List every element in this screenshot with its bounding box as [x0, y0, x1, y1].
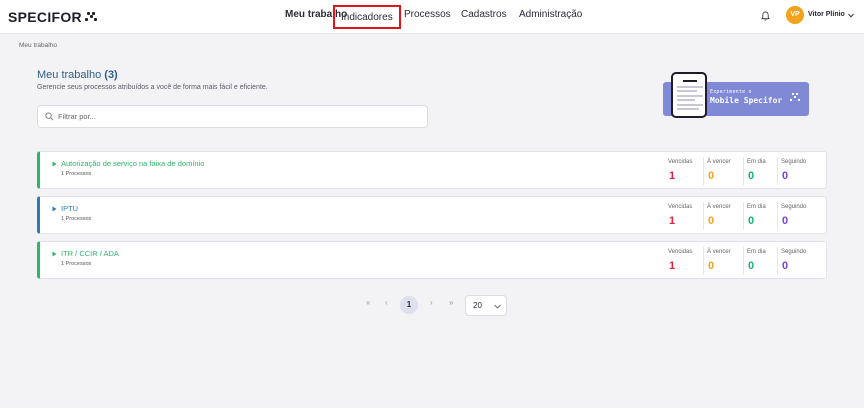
- page-title-count: (3): [104, 69, 118, 81]
- stat-label: À vencer: [707, 159, 731, 165]
- process-group-card[interactable]: Autorização de serviço na faixa de domín…: [37, 151, 827, 189]
- pagination-last[interactable]: »: [449, 298, 453, 307]
- promo-line-2: Mobile Specifor: [710, 96, 783, 105]
- group-name[interactable]: IPTU: [61, 204, 78, 213]
- promo-logo-dots-icon: [790, 93, 800, 101]
- stat-value: 0: [748, 215, 755, 227]
- pagination-prev[interactable]: ‹: [385, 298, 388, 307]
- stat-divider: [703, 202, 704, 230]
- top-navbar: SPECIFOR Meu trabalho Indicadores Proces…: [0, 0, 864, 34]
- stat-value: 0: [748, 260, 755, 272]
- page-size-value: 20: [473, 301, 482, 310]
- page-title: Meu trabalho (3): [37, 69, 118, 81]
- search-icon: [45, 112, 54, 121]
- caret-right-icon[interactable]: [52, 251, 57, 257]
- group-process-count: 1 Processos: [61, 261, 92, 267]
- stat-value: 1: [669, 215, 676, 227]
- nav-indicadores[interactable]: Indicadores: [333, 5, 401, 29]
- process-group-card[interactable]: IPTU 1 Processos Vencidas 1 À vencer 0 Em dia 0…: [37, 196, 827, 234]
- stat-value: 0: [782, 260, 789, 272]
- group-process-count: 1 Processos: [61, 216, 92, 222]
- stat-value: 0: [708, 170, 715, 182]
- stat-value: 0: [708, 260, 715, 272]
- stat-label: Em dia: [747, 159, 766, 165]
- stat-divider: [743, 247, 744, 275]
- pagination-first[interactable]: «: [366, 298, 370, 307]
- specifor-logo[interactable]: SPECIFOR: [8, 9, 99, 25]
- stat-value: 1: [669, 170, 676, 182]
- page-size-select[interactable]: 20: [465, 295, 507, 316]
- stat-value: 0: [782, 215, 789, 227]
- promo-line-1: Experimente o: [710, 89, 752, 95]
- stat-label: À vencer: [707, 204, 731, 210]
- stat-value: 0: [708, 215, 715, 227]
- caret-right-icon[interactable]: [52, 161, 57, 167]
- group-process-count: 1 Processos: [61, 171, 92, 177]
- stat-value: 0: [748, 170, 755, 182]
- stat-divider: [777, 247, 778, 275]
- stat-divider: [777, 202, 778, 230]
- stat-value: 1: [669, 260, 676, 272]
- filter-input[interactable]: [58, 110, 418, 123]
- pagination-current-page[interactable]: 1: [400, 296, 418, 314]
- user-name[interactable]: Vitor Plínio: [808, 11, 845, 18]
- stat-divider: [743, 157, 744, 185]
- promo-text: Experimente o Mobile Specifor: [710, 89, 782, 105]
- stat-value: 0: [782, 170, 789, 182]
- pagination-next[interactable]: ›: [430, 298, 433, 307]
- phone-illustration: [671, 72, 707, 118]
- bell-icon[interactable]: [761, 11, 770, 21]
- stat-label: Vencidas: [668, 204, 693, 210]
- stat-label: Seguindo: [781, 249, 807, 255]
- chevron-down-icon: [494, 304, 501, 309]
- page-subtitle: Gerencie seus processos atribuídos a voc…: [37, 84, 268, 91]
- stat-divider: [703, 157, 704, 185]
- process-group-card[interactable]: ITR / CCIR / ADA 1 Processos Vencidas 1 À ve…: [37, 241, 827, 279]
- nav-processos[interactable]: Processos: [404, 9, 451, 20]
- nav-administracao[interactable]: Administração: [519, 9, 582, 20]
- logo-text: SPECIFOR: [8, 9, 82, 25]
- user-avatar[interactable]: VP: [786, 6, 804, 24]
- chevron-down-icon[interactable]: [848, 13, 854, 18]
- page-title-text: Meu trabalho: [37, 69, 102, 81]
- stat-label: Seguindo: [781, 204, 807, 210]
- nav-cadastros[interactable]: Cadastros: [461, 9, 507, 20]
- stat-label: Seguindo: [781, 159, 807, 165]
- stat-label: Em dia: [747, 249, 766, 255]
- stat-label: À vencer: [707, 249, 731, 255]
- stat-label: Em dia: [747, 204, 766, 210]
- filter-field[interactable]: [37, 105, 428, 128]
- group-name[interactable]: Autorização de serviço na faixa de domín…: [61, 159, 204, 168]
- stat-divider: [777, 157, 778, 185]
- logo-dots-icon: [84, 12, 99, 22]
- stat-label: Vencidas: [668, 249, 693, 255]
- stat-divider: [703, 247, 704, 275]
- stat-label: Vencidas: [668, 159, 693, 165]
- caret-right-icon[interactable]: [52, 206, 57, 212]
- stat-divider: [743, 202, 744, 230]
- breadcrumb: Meu trabalho: [19, 42, 57, 49]
- group-name[interactable]: ITR / CCIR / ADA: [61, 249, 119, 258]
